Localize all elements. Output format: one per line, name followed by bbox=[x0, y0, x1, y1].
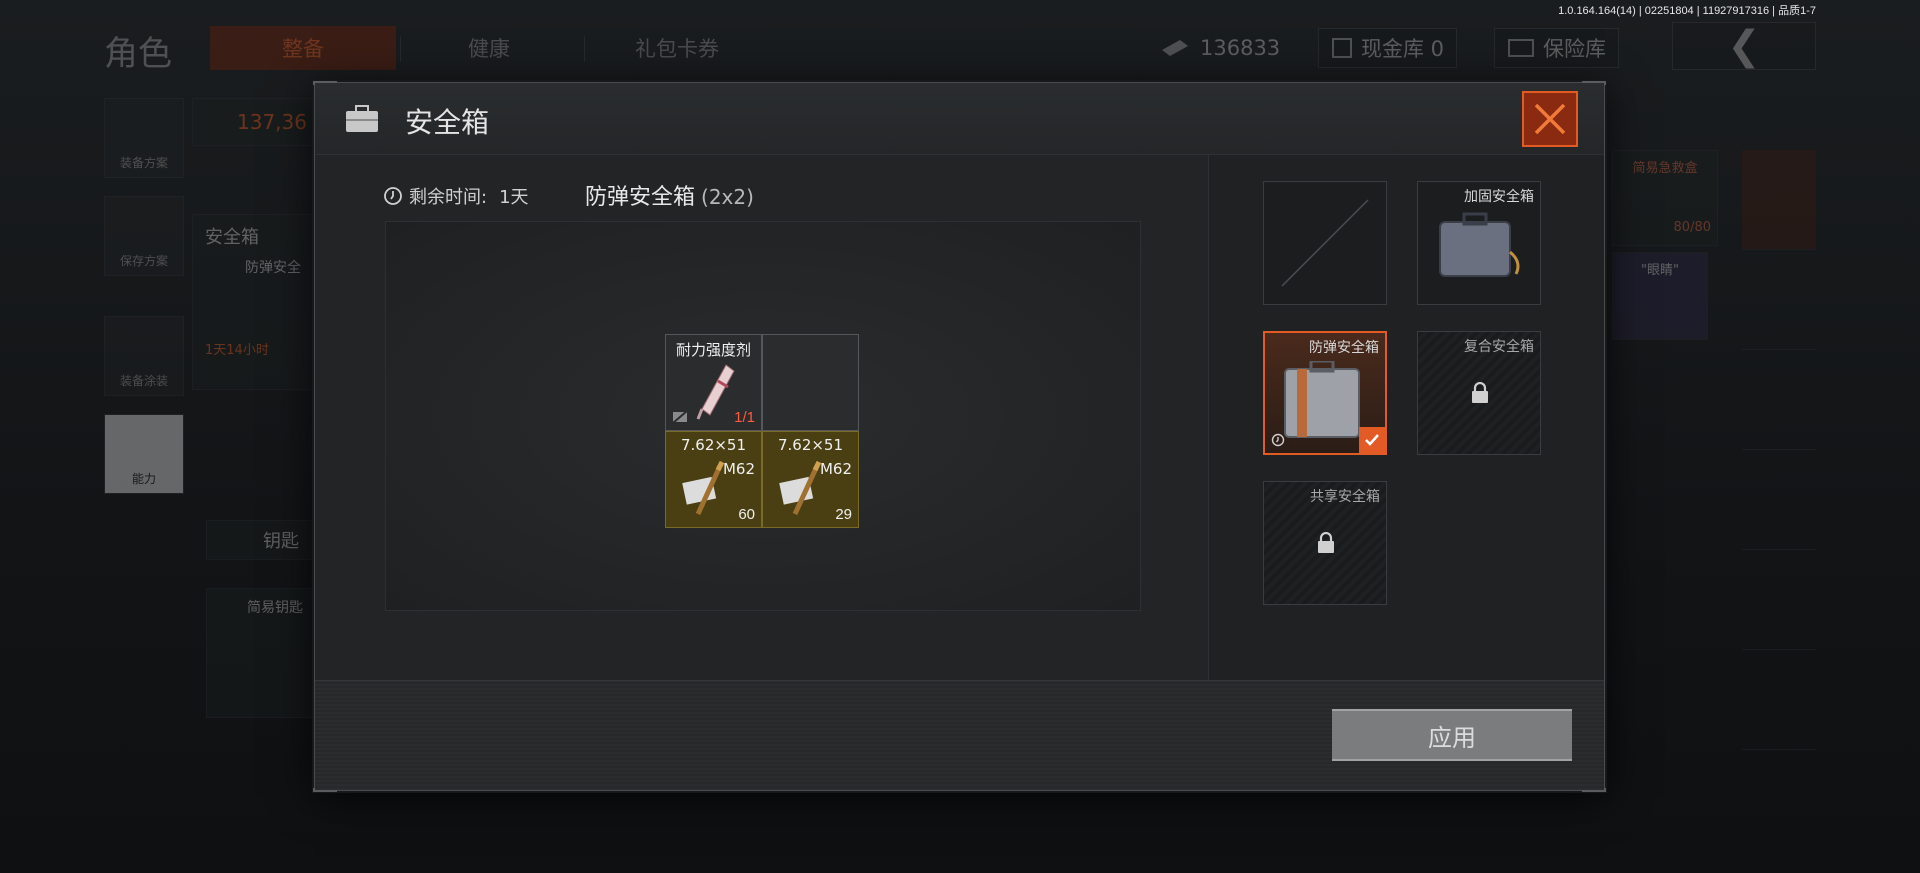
empty-slash-icon bbox=[1281, 199, 1369, 287]
remaining-time: 剩余时间: 1天 bbox=[383, 183, 529, 209]
inventory-slot-ammo[interactable]: 7.62×51 M62 29 bbox=[762, 431, 859, 528]
money-display: 136833 bbox=[1158, 28, 1280, 68]
bg-key-label: 钥匙 bbox=[206, 520, 316, 560]
bg-key-item: 简易钥匙 bbox=[206, 588, 316, 718]
syringe-icon bbox=[696, 364, 735, 420]
item-count: 1/1 bbox=[734, 409, 755, 426]
check-icon bbox=[1365, 434, 1379, 446]
right-rail bbox=[1742, 150, 1816, 750]
insurance-vault-button[interactable]: 保险库 bbox=[1494, 28, 1619, 68]
dialog-footer: 应用 bbox=[315, 680, 1604, 790]
rail-slot[interactable] bbox=[1742, 250, 1816, 350]
inventory-slot-ammo[interactable]: 7.62×51 M62 60 bbox=[665, 431, 762, 528]
case-name: 防弹安全箱 bbox=[585, 185, 696, 210]
bg-medkit: 简易急救盒 80/80 bbox=[1612, 150, 1718, 246]
inventory-grid: 耐力强度剂 1/1 7.62×51 M62 60 7.62×51 M62 29 bbox=[665, 334, 859, 528]
selected-badge bbox=[1359, 427, 1385, 453]
reinforced-case-icon bbox=[1439, 212, 1520, 277]
chevron-left-icon: ❮ bbox=[1727, 23, 1761, 69]
dialog-title: 安全箱 bbox=[405, 106, 490, 139]
tab-gift-cards[interactable]: 礼包卡券 bbox=[584, 26, 770, 70]
version-info: 1.0.164.164(14) | 02251804 | 11927917316… bbox=[1558, 5, 1816, 17]
remaining-value: 1天 bbox=[499, 187, 529, 208]
bulletproof-case-icon bbox=[1284, 361, 1360, 438]
bg-badge: "眼睛" bbox=[1612, 252, 1708, 340]
apply-button[interactable]: 应用 bbox=[1332, 709, 1572, 761]
insurance-icon bbox=[1508, 39, 1534, 57]
rail-item-ability[interactable]: 能力 bbox=[104, 414, 184, 494]
rail-slot[interactable] bbox=[1742, 150, 1816, 250]
vault-icon bbox=[1332, 38, 1352, 58]
ammo-box-icon bbox=[682, 460, 725, 516]
case-card-bulletproof[interactable]: 防弹安全箱 bbox=[1263, 331, 1387, 455]
case-size: (2x2) bbox=[701, 185, 754, 209]
case-card-reinforced[interactable]: 加固安全箱 bbox=[1417, 181, 1541, 305]
page-title: 角色 bbox=[104, 34, 172, 74]
ammo-box-icon bbox=[779, 460, 822, 516]
briefcase-icon bbox=[346, 105, 378, 132]
case-title: 防弹安全箱 (2x2) bbox=[585, 179, 754, 211]
clock-icon bbox=[1271, 433, 1285, 447]
money-amount: 136833 bbox=[1200, 36, 1281, 60]
rail-item-save[interactable]: 保存方案 bbox=[104, 196, 184, 276]
cash-vault-label: 现金库 0 bbox=[1361, 37, 1445, 61]
rail-slot[interactable] bbox=[1742, 550, 1816, 650]
tab-equipment[interactable]: 整备 bbox=[210, 26, 396, 70]
tab-health[interactable]: 健康 bbox=[396, 26, 582, 70]
rail-slot[interactable] bbox=[1742, 650, 1816, 750]
item-count: 60 bbox=[738, 506, 755, 523]
case-card-shared[interactable]: 共享安全箱 bbox=[1263, 481, 1387, 605]
lock-icon bbox=[1318, 532, 1334, 553]
close-button[interactable] bbox=[1522, 91, 1578, 147]
inventory-slot-empty[interactable] bbox=[762, 334, 859, 431]
case-selector: 加固安全箱 防弹安全箱 复合安全箱 共享安全箱 bbox=[1208, 155, 1604, 682]
safe-box-dialog: 安全箱 剩余时间: 1天 防弹安全箱 (2x2) 耐力强度剂 1/1 7.62×… bbox=[313, 81, 1606, 792]
close-icon bbox=[1534, 103, 1566, 135]
back-button[interactable]: ❮ bbox=[1672, 22, 1816, 70]
insurance-vault-label: 保险库 bbox=[1543, 37, 1606, 61]
rail-slot[interactable] bbox=[1742, 450, 1816, 550]
lock-icon bbox=[1472, 382, 1488, 403]
cash-vault-button[interactable]: 现金库 0 bbox=[1318, 28, 1458, 68]
remaining-label: 剩余时间: bbox=[409, 187, 488, 208]
dialog-header: 安全箱 bbox=[315, 83, 1604, 155]
case-card-composite[interactable]: 复合安全箱 bbox=[1417, 331, 1541, 455]
rail-slot[interactable] bbox=[1742, 350, 1816, 450]
rail-item-loadout[interactable]: 装备方案 bbox=[104, 98, 184, 178]
value-display: 137,36 bbox=[192, 98, 322, 146]
rail-item-skin[interactable]: 装备涂装 bbox=[104, 316, 184, 396]
item-count: 29 bbox=[835, 506, 852, 523]
case-card-empty bbox=[1263, 181, 1387, 305]
bg-safe-box: 安全箱 防弹安全 1天14小时 bbox=[192, 214, 322, 390]
left-rail: 装备方案 保存方案 装备涂装 能力 bbox=[104, 98, 184, 512]
money-icon bbox=[1162, 40, 1188, 56]
inventory-slot-stamina-booster[interactable]: 耐力强度剂 1/1 bbox=[665, 334, 762, 431]
clock-icon bbox=[384, 187, 402, 205]
no-insurance-icon bbox=[672, 410, 688, 424]
